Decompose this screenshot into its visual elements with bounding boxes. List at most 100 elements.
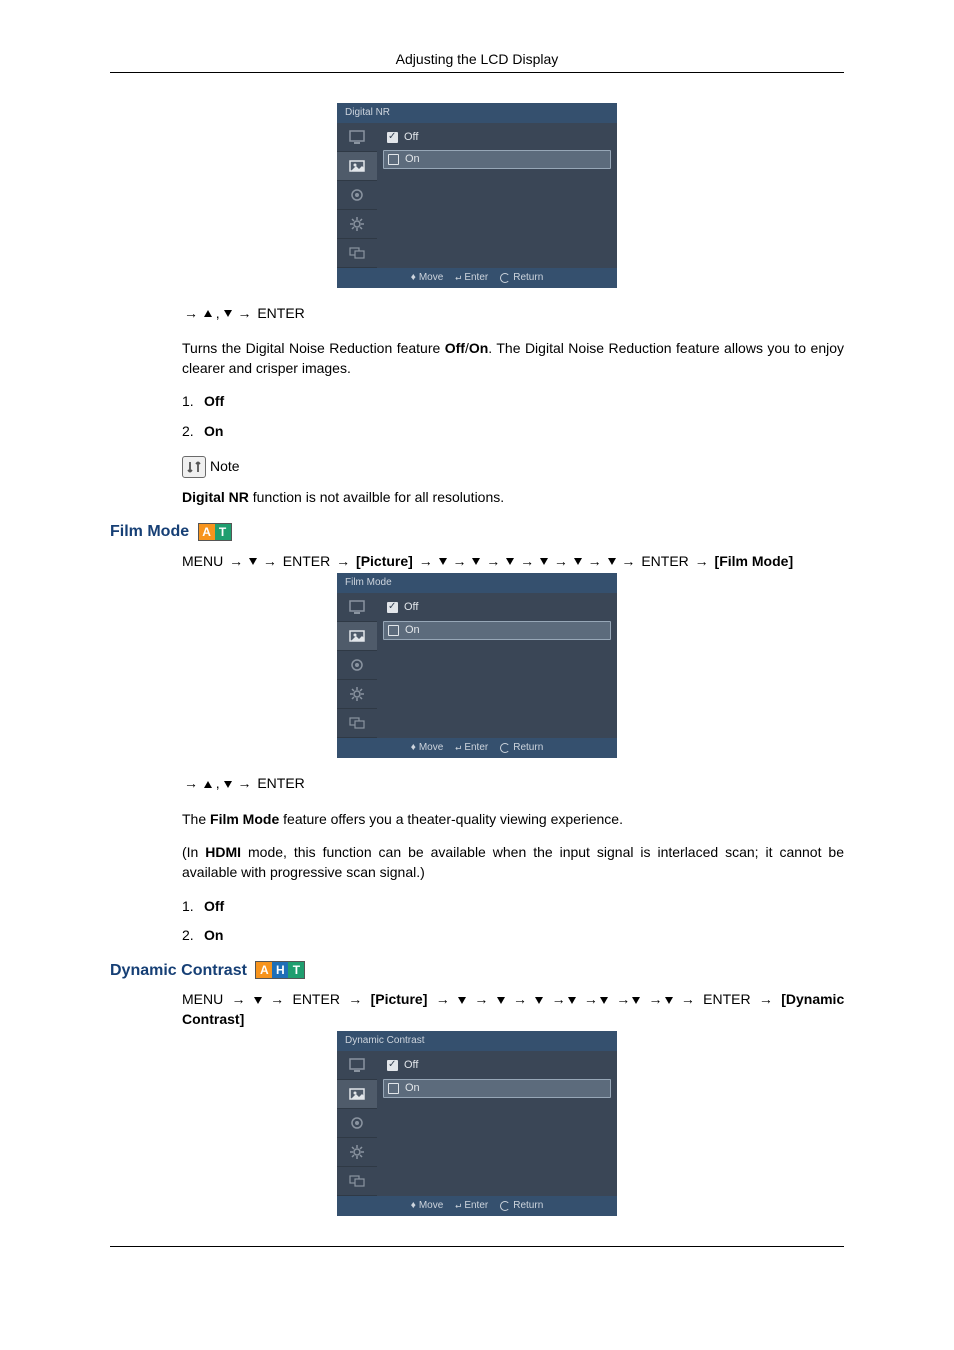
enter-icon: ↵	[455, 1199, 461, 1213]
note-icon	[182, 456, 206, 478]
return-label: Return	[513, 1199, 543, 1213]
radio-icon	[388, 625, 399, 636]
osd-footer: ♦Move ↵Enter Return	[337, 738, 617, 758]
osd-icon-sound	[337, 181, 377, 210]
menu-path-dynamic-contrast: MENU → → ENTER → [Picture] → → → → → → →…	[182, 990, 844, 1029]
osd-option-on[interactable]: On	[383, 1079, 611, 1098]
film-mode-description-2: (In HDMI mode, this function can be avai…	[182, 843, 844, 882]
section-dynamic-contrast: Dynamic Contrast AHT	[110, 960, 844, 982]
badge-tv-icon: T	[288, 962, 304, 978]
move-label: Move	[419, 1199, 443, 1213]
move-label: Move	[419, 741, 443, 755]
list-num: 1.	[182, 392, 204, 412]
nav-sequence: → , → ENTER	[182, 304, 844, 324]
digital-nr-note: Digital NR function is not availble for …	[182, 488, 844, 508]
return-icon	[500, 1201, 510, 1211]
footer-rule	[110, 1246, 844, 1247]
note-label: Note	[210, 457, 240, 477]
up-arrow-icon	[204, 310, 212, 317]
down-arrow-icon	[224, 781, 232, 788]
radio-icon	[388, 1083, 399, 1094]
option-label: Off	[404, 1058, 418, 1073]
list-item: Off	[204, 393, 224, 409]
note-heading: Note	[182, 456, 844, 478]
mode-badges: AT	[198, 523, 232, 541]
osd-title: Dynamic Contrast	[337, 1031, 617, 1051]
osd-option-on[interactable]: On	[383, 150, 611, 169]
osd-footer: ♦Move ↵Enter Return	[337, 268, 617, 288]
radio-icon	[387, 132, 398, 143]
section-film-mode: Film Mode AT	[110, 521, 844, 543]
osd-option-off[interactable]: Off	[383, 129, 611, 146]
up-arrow-icon	[204, 781, 212, 788]
list-num: 1.	[182, 897, 204, 917]
return-icon	[500, 273, 510, 283]
osd-icon-sound	[337, 651, 377, 680]
badge-av-icon: A	[199, 524, 215, 540]
enter-text: ENTER	[257, 305, 304, 321]
osd-icon-picture	[337, 622, 377, 651]
osd-icon-picture	[337, 152, 377, 181]
option-label: Off	[404, 130, 418, 145]
osd-title: Digital NR	[337, 103, 617, 123]
enter-label: Enter	[464, 741, 488, 755]
osd-dynamic-contrast: Dynamic Contrast	[337, 1031, 617, 1216]
list-item: On	[204, 927, 223, 943]
osd-digital-nr: Digital NR	[337, 103, 617, 288]
move-label: Move	[419, 271, 443, 285]
option-label: On	[405, 152, 420, 167]
nav-sequence: → , → ENTER	[182, 774, 844, 794]
osd-sidebar-icons	[337, 123, 377, 268]
film-mode-description: The Film Mode feature offers you a theat…	[182, 810, 844, 830]
osd-sidebar-icons	[337, 593, 377, 738]
osd-icon-multi	[337, 709, 377, 738]
badge-hdmi-icon: H	[272, 962, 288, 978]
osd-icon-multi	[337, 1167, 377, 1196]
menu-path-film-mode: MENU → → ENTER → [Picture] → → → → → → →…	[182, 552, 844, 572]
digital-nr-description: Turns the Digital Noise Reduction featur…	[182, 339, 844, 378]
header-rule	[110, 72, 844, 73]
radio-icon	[387, 1060, 398, 1071]
option-label: Off	[404, 600, 418, 615]
digital-nr-options-list: 1.Off 2.On	[182, 392, 844, 441]
osd-icon-multi	[337, 239, 377, 268]
enter-label: Enter	[464, 1199, 488, 1213]
osd-option-off[interactable]: Off	[383, 599, 611, 616]
mode-badges: AHT	[255, 961, 305, 979]
osd-icon-input	[337, 1051, 377, 1080]
move-icon: ♦	[411, 1199, 416, 1213]
badge-tv-icon: T	[215, 524, 231, 540]
enter-icon: ↵	[455, 741, 461, 755]
list-num: 2.	[182, 422, 204, 442]
badge-av-icon: A	[256, 962, 272, 978]
osd-footer: ♦Move ↵Enter Return	[337, 1196, 617, 1216]
down-arrow-icon	[224, 310, 232, 317]
page-header: Adjusting the LCD Display	[110, 50, 844, 70]
osd-option-on[interactable]: On	[383, 621, 611, 640]
osd-title: Film Mode	[337, 573, 617, 593]
enter-icon: ↵	[455, 271, 461, 285]
list-item: On	[204, 423, 223, 439]
osd-icon-input	[337, 593, 377, 622]
osd-icon-picture	[337, 1080, 377, 1109]
osd-icon-setup	[337, 680, 377, 709]
list-item: Off	[204, 898, 224, 914]
return-label: Return	[513, 741, 543, 755]
return-icon	[500, 743, 510, 753]
option-label: On	[405, 1081, 420, 1096]
list-num: 2.	[182, 926, 204, 946]
osd-icon-setup	[337, 210, 377, 239]
osd-sidebar-icons	[337, 1051, 377, 1196]
radio-icon	[388, 154, 399, 165]
osd-option-off[interactable]: Off	[383, 1057, 611, 1074]
osd-icon-sound	[337, 1109, 377, 1138]
enter-label: Enter	[464, 271, 488, 285]
osd-icon-setup	[337, 1138, 377, 1167]
osd-film-mode: Film Mode	[337, 573, 617, 758]
move-icon: ♦	[411, 271, 416, 285]
osd-icon-input	[337, 123, 377, 152]
film-mode-options-list: 1.Off 2.On	[182, 897, 844, 946]
move-icon: ♦	[411, 741, 416, 755]
option-label: On	[405, 623, 420, 638]
radio-icon	[387, 602, 398, 613]
